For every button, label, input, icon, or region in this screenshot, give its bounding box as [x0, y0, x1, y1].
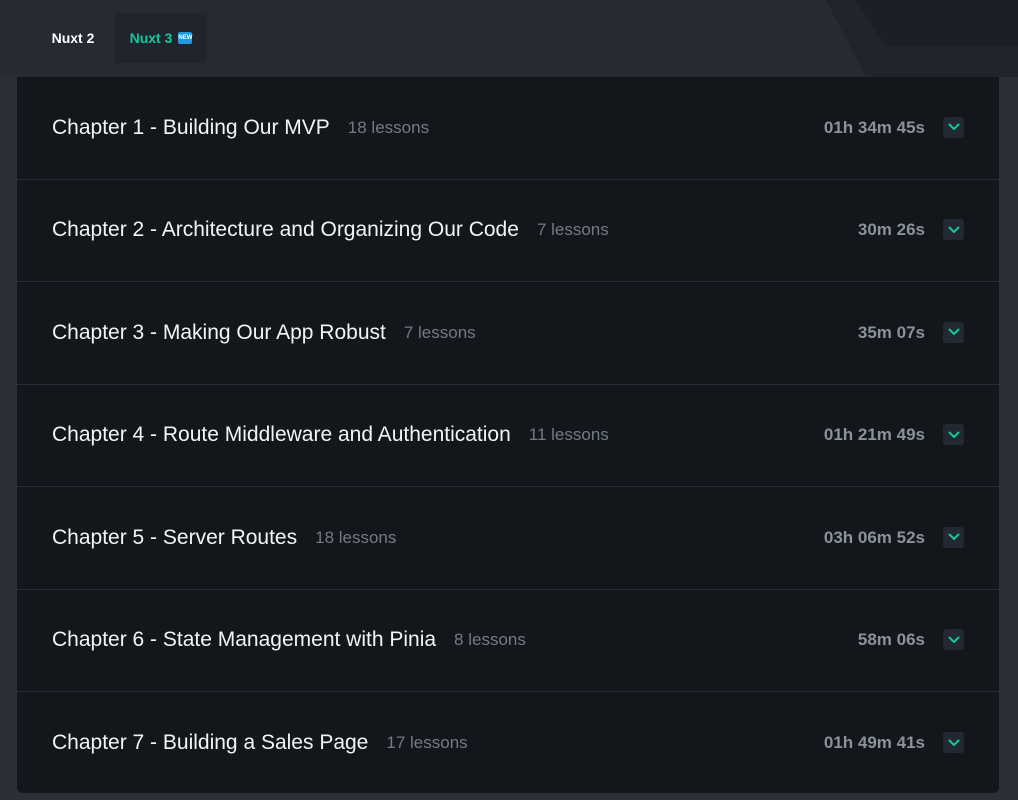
chapter-duration: 58m 06s [857, 630, 925, 650]
chapter-heading: Chapter 2 - Architecture and Organizing … [52, 180, 609, 282]
chevron-down-icon[interactable] [943, 629, 964, 651]
tab-nuxt-2-label: Nuxt 2 [51, 30, 95, 46]
chapter-duration: 01h 34m 45s [823, 117, 925, 137]
lesson-count: 11 lessons [528, 425, 609, 445]
lesson-count: 18 lessons [347, 117, 430, 137]
tab-nuxt-2[interactable]: Nuxt 2 [38, 13, 108, 63]
chapter-title: Chapter 3 - Making Our App Robust [52, 320, 386, 344]
chapter-heading: Chapter 4 - Route Middleware and Authent… [52, 385, 609, 487]
tab-nuxt-3[interactable]: Nuxt 3 NEW [115, 13, 207, 63]
lesson-count: 8 lessons [454, 630, 526, 650]
chapter-row-6[interactable]: Chapter 6 - State Management with Pinia … [17, 590, 999, 692]
chapter-duration: 30m 26s [857, 220, 925, 240]
chapter-heading: Chapter 3 - Making Our App Robust 7 less… [52, 282, 476, 384]
chapter-title: Chapter 1 - Building Our MVP [52, 115, 330, 139]
chevron-down-icon[interactable] [943, 219, 964, 241]
chevron-down-icon[interactable] [943, 526, 964, 548]
tab-nuxt-3-label: Nuxt 3 [129, 30, 173, 46]
chapter-duration: 35m 07s [857, 322, 925, 342]
chapter-list: Chapter 1 - Building Our MVP 18 lessons … [17, 77, 999, 793]
version-tab-bar: Nuxt 2 Nuxt 3 NEW [0, 0, 1018, 77]
chevron-down-icon[interactable] [943, 321, 964, 343]
lesson-count: 7 lessons [403, 322, 476, 342]
chapter-title: Chapter 4 - Route Middleware and Authent… [52, 423, 511, 447]
chapter-row-1[interactable]: Chapter 1 - Building Our MVP 18 lessons … [17, 77, 999, 180]
chevron-down-icon[interactable] [943, 116, 964, 138]
lesson-count: 7 lessons [536, 220, 609, 240]
chapter-row-5[interactable]: Chapter 5 - Server Routes 18 lessons 03h… [17, 487, 999, 590]
chapter-title: Chapter 6 - State Management with Pinia [52, 628, 437, 652]
chevron-down-icon[interactable] [943, 732, 964, 754]
chapter-heading: Chapter 6 - State Management with Pinia … [52, 590, 526, 692]
chapter-duration: 01h 21m 49s [823, 425, 925, 445]
lesson-count: 18 lessons [315, 527, 397, 547]
chapter-row-3[interactable]: Chapter 3 - Making Our App Robust 7 less… [17, 282, 999, 385]
chapter-title: Chapter 2 - Architecture and Organizing … [52, 218, 519, 242]
chevron-down-icon[interactable] [943, 424, 964, 446]
chapter-row-4[interactable]: Chapter 4 - Route Middleware and Authent… [17, 385, 999, 487]
new-badge: NEW [178, 32, 193, 44]
chapter-duration: 03h 06m 52s [823, 527, 925, 547]
chapter-duration: 01h 49m 41s [823, 733, 925, 753]
lesson-count: 17 lessons [386, 733, 468, 753]
chapter-heading: Chapter 5 - Server Routes 18 lessons [52, 487, 396, 589]
chapter-title: Chapter 5 - Server Routes [52, 525, 298, 549]
chapter-row-7[interactable]: Chapter 7 - Building a Sales Page 17 les… [17, 692, 999, 793]
chapter-heading: Chapter 1 - Building Our MVP 18 lessons [52, 77, 429, 179]
chapter-row-2[interactable]: Chapter 2 - Architecture and Organizing … [17, 180, 999, 282]
chapter-title: Chapter 7 - Building a Sales Page [52, 731, 369, 755]
chapter-heading: Chapter 7 - Building a Sales Page 17 les… [52, 692, 468, 793]
